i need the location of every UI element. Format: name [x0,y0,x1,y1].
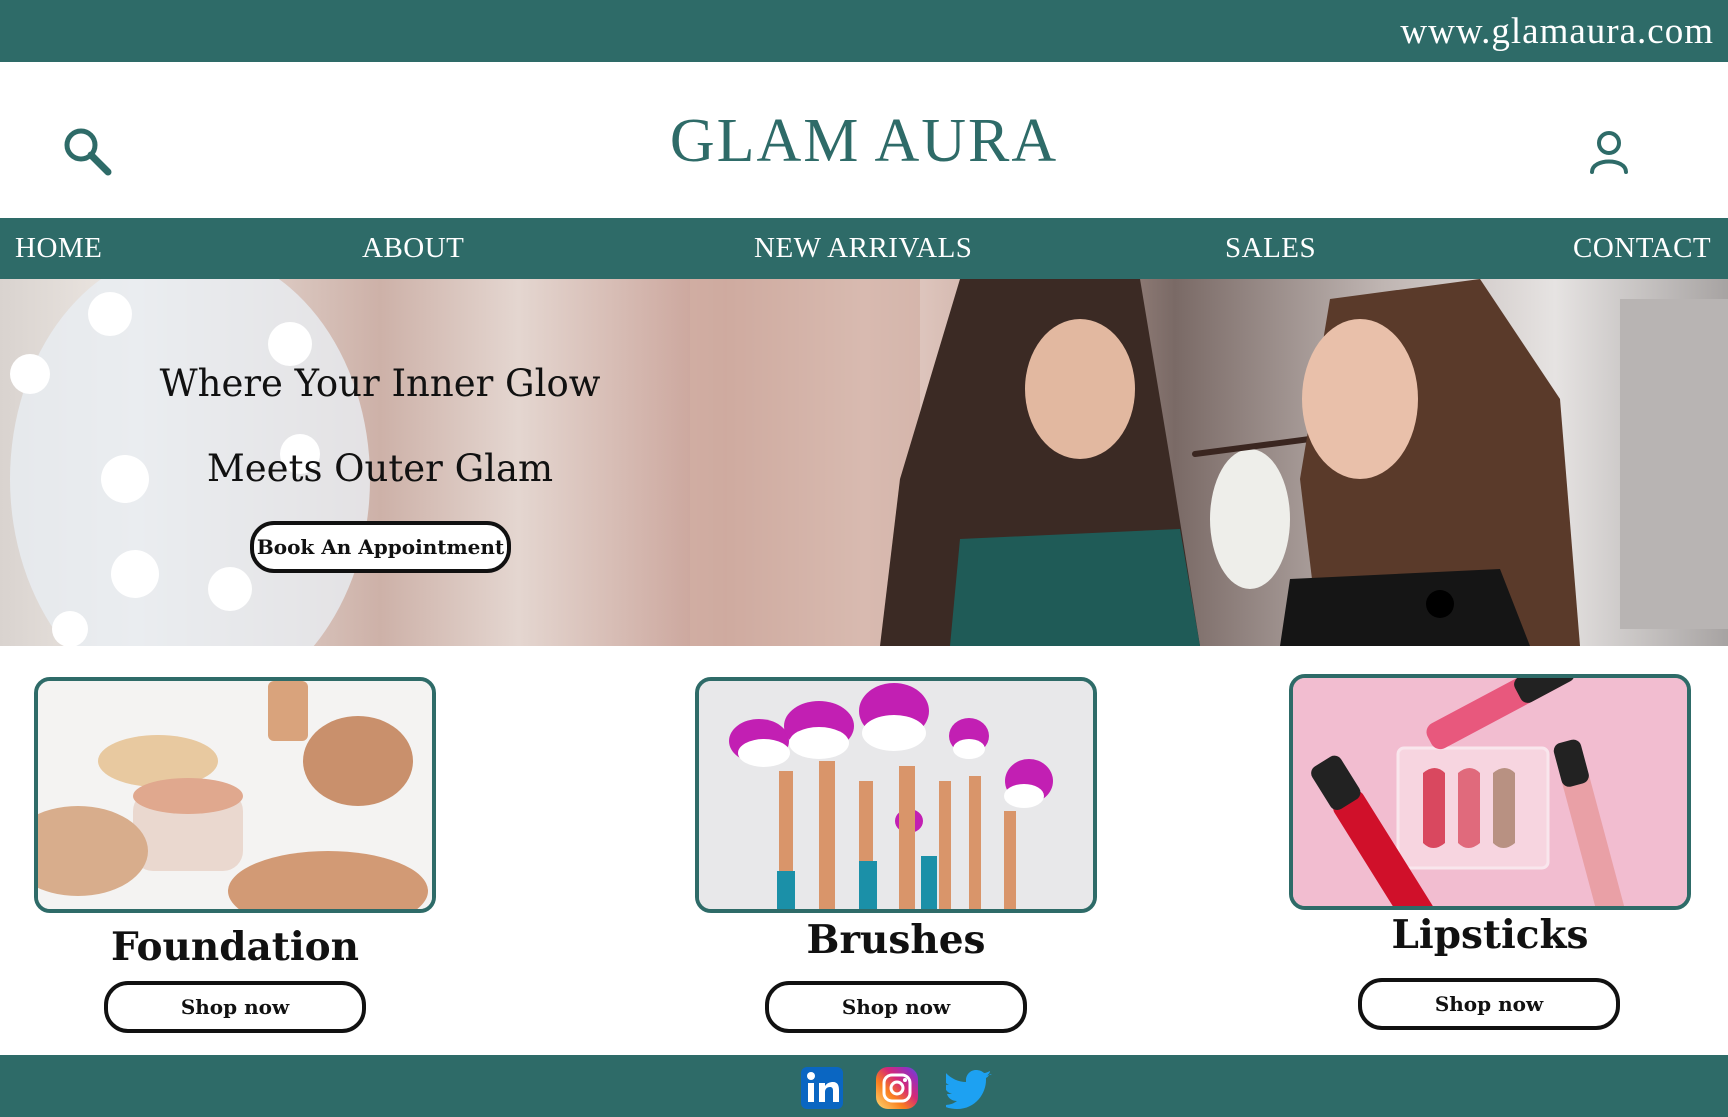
category-title-lipsticks: Lipsticks [1391,912,1589,958]
brushes-card-image[interactable] [695,677,1097,913]
main-nav: HOME ABOUT NEW ARRIVALS SALES CONTACT [0,218,1728,279]
lipsticks-card-image[interactable] [1289,674,1691,910]
nav-item-sales[interactable]: SALES [1225,232,1316,265]
nav-item-about[interactable]: ABOUT [362,232,464,265]
hero-headline-line2: Meets Outer Glam [206,447,554,490]
linkedin-icon[interactable] [799,1065,845,1111]
user-icon[interactable] [1586,128,1632,176]
book-appointment-button[interactable]: Book An Appointment [250,521,511,573]
footer [0,1055,1728,1117]
header: GLAM AURA [0,62,1728,218]
nav-item-contact[interactable]: CONTACT [1573,232,1711,265]
top-bar: www.glamaura.com [0,0,1728,62]
foundation-card-image[interactable] [34,677,436,913]
instagram-icon[interactable] [874,1065,920,1111]
shop-now-brushes-button[interactable]: Shop now [765,981,1027,1033]
hero-banner: Where Your Inner Glow Meets Outer Glam B… [0,279,1728,646]
twitter-icon[interactable] [942,1065,992,1111]
shop-now-foundation-button[interactable]: Shop now [104,981,366,1033]
hero-headline-line1: Where Your Inner Glow [159,362,601,405]
nav-item-new-arrivals[interactable]: NEW ARRIVALS [754,232,972,265]
shop-now-lipsticks-button[interactable]: Shop now [1358,978,1620,1030]
category-title-brushes: Brushes [806,917,986,963]
nav-item-home[interactable]: HOME [15,232,102,265]
category-title-foundation: Foundation [110,924,359,970]
brand-logo[interactable]: GLAM AURA [0,106,1728,177]
site-url[interactable]: www.glamaura.com [1400,10,1714,53]
